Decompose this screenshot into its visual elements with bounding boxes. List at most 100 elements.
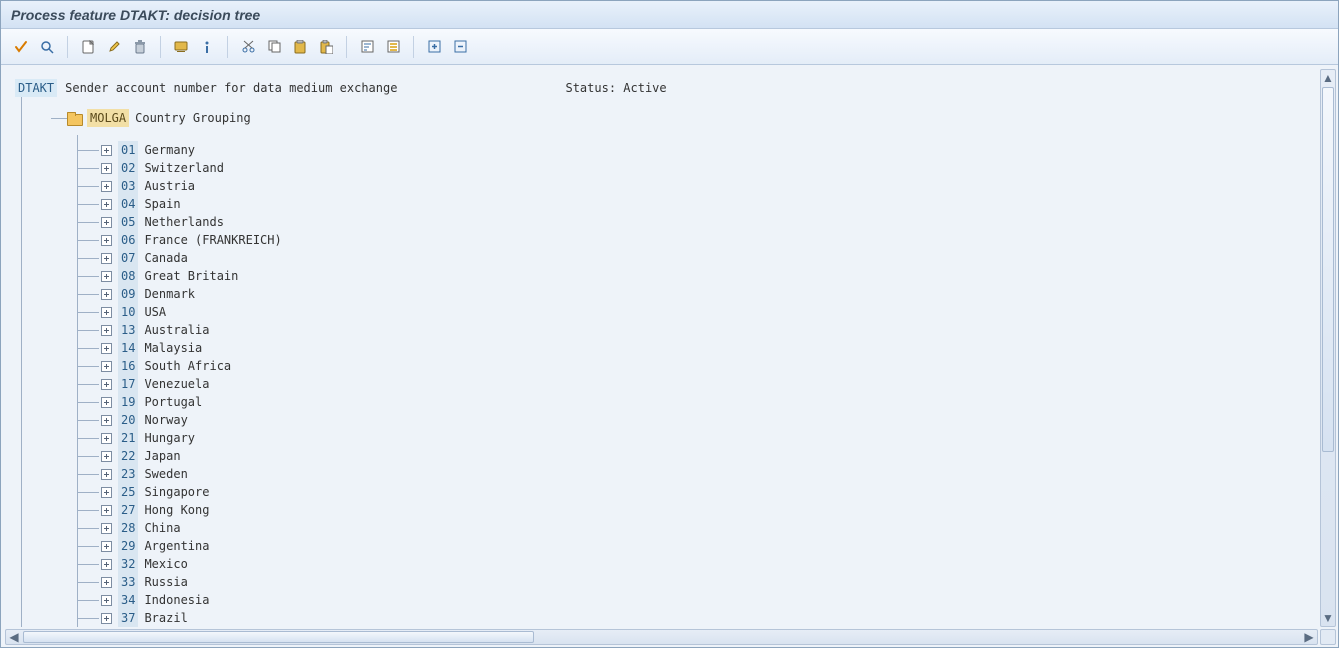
tree-leaf[interactable]: 17Venezuela	[101, 375, 1312, 393]
leaf-code: 33	[118, 573, 138, 591]
expand-box-icon[interactable]	[101, 613, 112, 624]
copy-icon[interactable]	[262, 35, 286, 59]
horizontal-scrollbar[interactable]: ◀ ▶	[5, 629, 1318, 645]
paste-special-icon[interactable]	[314, 35, 338, 59]
analyze-icon[interactable]	[35, 35, 59, 59]
leaf-desc: Malaysia	[144, 339, 202, 357]
expand-box-icon[interactable]	[101, 289, 112, 300]
branch-code: MOLGA	[87, 109, 129, 127]
page-title: Process feature DTAKT: decision tree	[11, 7, 260, 23]
leaf-desc: Argentina	[144, 537, 209, 555]
tree-leaf[interactable]: 02Switzerland	[101, 159, 1312, 177]
info-icon[interactable]	[195, 35, 219, 59]
vscroll-thumb[interactable]	[1322, 87, 1334, 452]
expand-box-icon[interactable]	[101, 559, 112, 570]
leaf-desc: Mexico	[144, 555, 187, 573]
scroll-down-icon[interactable]: ▼	[1321, 610, 1335, 626]
work-area: www.tutorialkart.com DTAKT Sender accoun…	[1, 65, 1338, 647]
hscroll-track[interactable]	[23, 631, 1300, 643]
folder-icon	[67, 112, 81, 124]
tree-leaf[interactable]: 07Canada	[101, 249, 1312, 267]
expand-box-icon[interactable]	[101, 433, 112, 444]
tree-leaf[interactable]: 19Portugal	[101, 393, 1312, 411]
collapse-icon[interactable]	[448, 35, 472, 59]
delete-icon[interactable]	[128, 35, 152, 59]
leaf-code: 14	[118, 339, 138, 357]
leaf-desc: Russia	[144, 573, 187, 591]
branch-row[interactable]: MOLGA Country Grouping	[67, 109, 1312, 127]
check-icon[interactable]	[9, 35, 33, 59]
expand-box-icon[interactable]	[101, 145, 112, 156]
tree-leaf[interactable]: 32Mexico	[101, 555, 1312, 573]
expand-box-icon[interactable]	[101, 469, 112, 480]
expand-box-icon[interactable]	[101, 163, 112, 174]
expand-box-icon[interactable]	[101, 379, 112, 390]
expand-box-icon[interactable]	[101, 307, 112, 318]
leaf-desc: Austria	[144, 177, 195, 195]
expand-box-icon[interactable]	[101, 325, 112, 336]
expand-box-icon[interactable]	[101, 199, 112, 210]
edit-icon[interactable]	[102, 35, 126, 59]
expand-box-icon[interactable]	[101, 451, 112, 462]
expand-box-icon[interactable]	[101, 523, 112, 534]
hscroll-thumb[interactable]	[23, 631, 534, 643]
expand-box-icon[interactable]	[101, 217, 112, 228]
scroll-right-icon[interactable]: ▶	[1301, 630, 1317, 644]
expand-box-icon[interactable]	[101, 343, 112, 354]
expand-box-icon[interactable]	[101, 541, 112, 552]
tree-leaf[interactable]: 37Brazil	[101, 609, 1312, 627]
tree-leaf[interactable]: 16South Africa	[101, 357, 1312, 375]
scroll-left-icon[interactable]: ◀	[6, 630, 22, 644]
expand-box-icon[interactable]	[101, 397, 112, 408]
tree-leaf[interactable]: 28China	[101, 519, 1312, 537]
tree-leaf[interactable]: 13Australia	[101, 321, 1312, 339]
expand-box-icon[interactable]	[101, 415, 112, 426]
create-icon[interactable]	[76, 35, 100, 59]
leaf-code: 29	[118, 537, 138, 555]
filter-icon[interactable]	[381, 35, 405, 59]
expand-box-icon[interactable]	[101, 235, 112, 246]
expand-icon[interactable]	[422, 35, 446, 59]
leaf-desc: Japan	[144, 447, 180, 465]
paste-icon[interactable]	[288, 35, 312, 59]
expand-box-icon[interactable]	[101, 361, 112, 372]
tree-leaf[interactable]: 03Austria	[101, 177, 1312, 195]
tree-leaf[interactable]: 33 Russia	[101, 573, 1312, 591]
leaf-desc: Singapore	[144, 483, 209, 501]
tree-leaf[interactable]: 22Japan	[101, 447, 1312, 465]
sort-icon[interactable]	[355, 35, 379, 59]
tree-leaf[interactable]: 25Singapore	[101, 483, 1312, 501]
app-window: Process feature DTAKT: decision tree www…	[0, 0, 1339, 648]
leaf-code: 07	[118, 249, 138, 267]
tree-leaf[interactable]: 23Sweden	[101, 465, 1312, 483]
expand-box-icon[interactable]	[101, 595, 112, 606]
vertical-scrollbar[interactable]: ▲ ▼	[1320, 69, 1336, 627]
tree-root[interactable]: DTAKT Sender account number for data med…	[15, 79, 1312, 97]
tree-leaf[interactable]: 21Hungary	[101, 429, 1312, 447]
tree-body: MOLGA Country Grouping 01Germany02Switze…	[15, 109, 1312, 627]
vscroll-track[interactable]	[1322, 87, 1334, 609]
tree-leaf[interactable]: 10USA	[101, 303, 1312, 321]
tree-leaf[interactable]: 05Netherlands	[101, 213, 1312, 231]
tree-leaf[interactable]: 34Indonesia	[101, 591, 1312, 609]
cut-icon[interactable]	[236, 35, 260, 59]
tree-leaf[interactable]: 01Germany	[101, 141, 1312, 159]
tree-leaf[interactable]: 29 Argentina	[101, 537, 1312, 555]
tree-leaf[interactable]: 20Norway	[101, 411, 1312, 429]
leaf-desc: China	[144, 519, 180, 537]
leaf-desc: South Africa	[144, 357, 231, 375]
scroll-up-icon[interactable]: ▲	[1321, 70, 1335, 86]
display-icon[interactable]	[169, 35, 193, 59]
tree-leaf[interactable]: 04Spain	[101, 195, 1312, 213]
expand-box-icon[interactable]	[101, 253, 112, 264]
expand-box-icon[interactable]	[101, 271, 112, 282]
tree-leaf[interactable]: 08Great Britain	[101, 267, 1312, 285]
tree-leaf[interactable]: 14 Malaysia	[101, 339, 1312, 357]
tree-leaf[interactable]: 09Denmark	[101, 285, 1312, 303]
expand-box-icon[interactable]	[101, 181, 112, 192]
tree-leaf[interactable]: 06France (FRANKREICH)	[101, 231, 1312, 249]
expand-box-icon[interactable]	[101, 505, 112, 516]
expand-box-icon[interactable]	[101, 577, 112, 588]
tree-leaf[interactable]: 27Hong Kong	[101, 501, 1312, 519]
expand-box-icon[interactable]	[101, 487, 112, 498]
